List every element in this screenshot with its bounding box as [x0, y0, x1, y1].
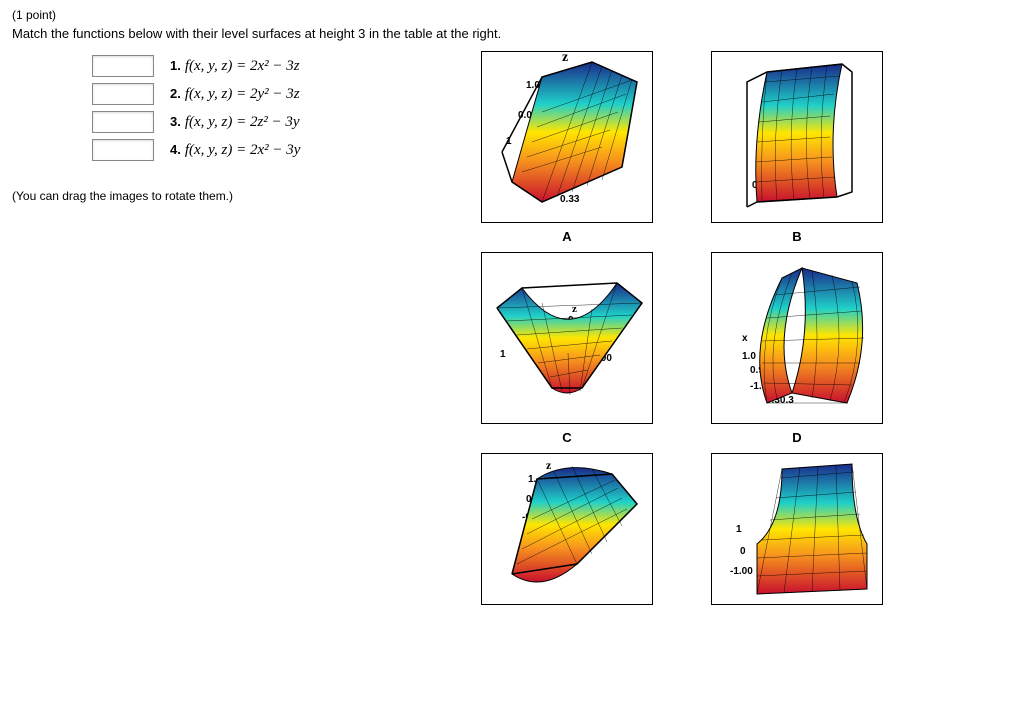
- answer-input-1[interactable]: [92, 55, 154, 77]
- surface-b-icon: [712, 52, 882, 222]
- plot-e[interactable]: z 1. 0. -0.: [481, 453, 653, 605]
- plot-d-caption: D: [702, 430, 892, 445]
- surface-f-icon: [712, 454, 882, 604]
- function-1: 1. f(x, y, z) = 2x² − 3z: [170, 58, 300, 75]
- function-2: 2. f(x, y, z) = 2y² − 3z: [170, 86, 300, 103]
- left-column: 1. f(x, y, z) = 2x² − 3z 2. f(x, y, z) =…: [12, 51, 432, 203]
- plot-f[interactable]: 1 0 -1.00: [711, 453, 883, 605]
- surface-a-icon: [482, 52, 652, 222]
- answer-input-3[interactable]: [92, 111, 154, 133]
- answer-input-2[interactable]: [92, 83, 154, 105]
- surface-c-icon: [482, 253, 652, 423]
- function-4: 4. f(x, y, z) = 2x² − 3y: [170, 142, 300, 159]
- plot-c-caption: C: [472, 430, 662, 445]
- plot-a[interactable]: z 1.0 0.0 1 0.33: [481, 51, 653, 223]
- surface-d-icon: [712, 253, 882, 423]
- plot-b[interactable]: 0: [711, 51, 883, 223]
- plots-column: z 1.0 0.0 1 0.33: [472, 51, 1012, 605]
- plot-c[interactable]: z 0 1 .00: [481, 252, 653, 424]
- function-3: 3. f(x, y, z) = 2z² − 3y: [170, 114, 300, 131]
- plot-d[interactable]: x 1.0 0.9 -1.00 0.30.3: [711, 252, 883, 424]
- plot-b-caption: B: [702, 229, 892, 244]
- points-label: (1 point): [12, 8, 1012, 22]
- surface-e-icon: [482, 454, 652, 604]
- drag-hint: (You can drag the images to rotate them.…: [12, 189, 432, 203]
- question-prompt: Match the functions below with their lev…: [12, 26, 1012, 41]
- answer-input-4[interactable]: [92, 139, 154, 161]
- plot-a-caption: A: [472, 229, 662, 244]
